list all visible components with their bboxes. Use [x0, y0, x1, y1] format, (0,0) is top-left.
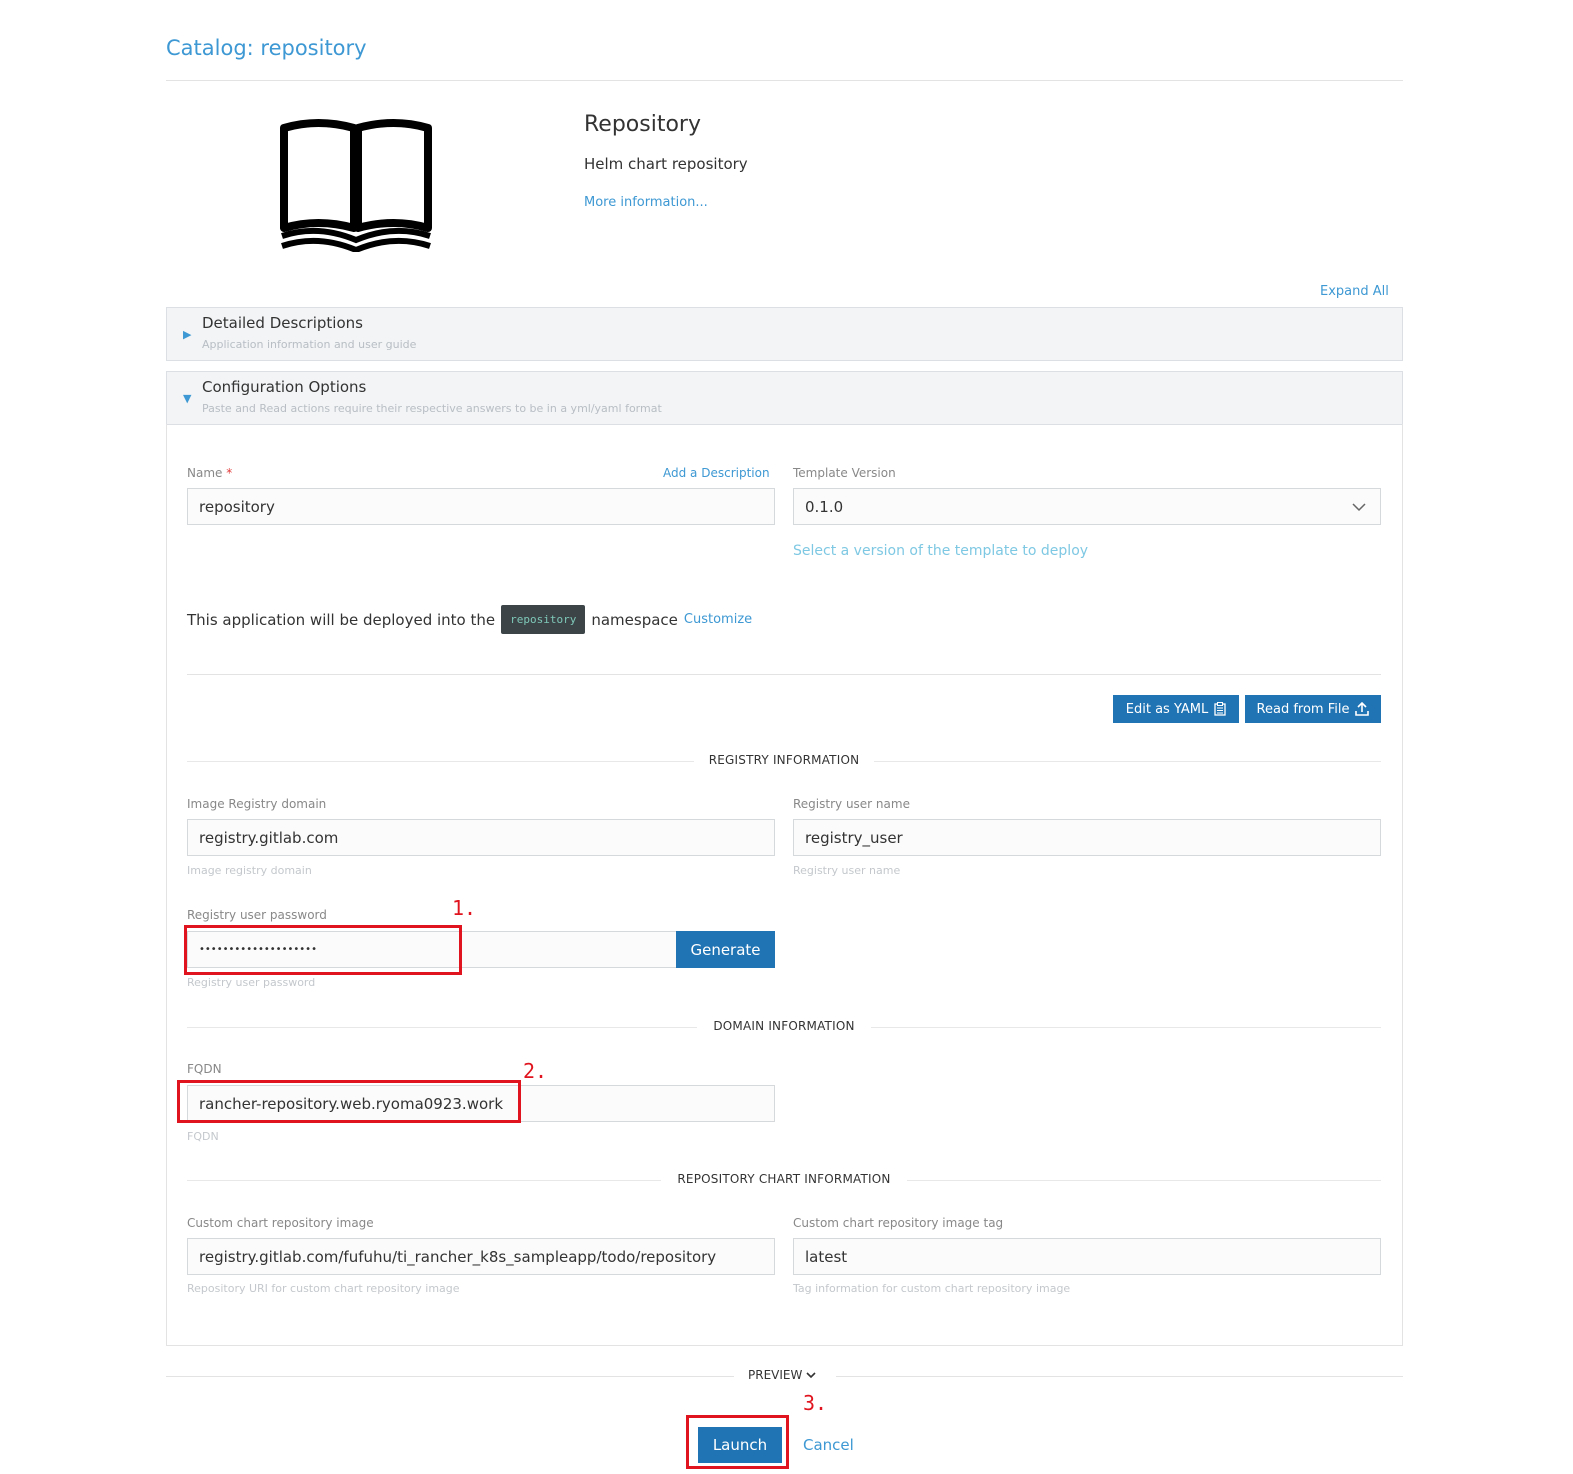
edit-as-yaml-label: Edit as YAML: [1125, 701, 1209, 717]
section-line: [187, 1027, 697, 1028]
namespace-suffix: namespace: [591, 610, 678, 629]
section-line: [874, 761, 1381, 762]
template-version-help: Select a version of the template to depl…: [793, 543, 1089, 559]
registry-domain-input[interactable]: registry.gitlab.com: [187, 819, 775, 856]
namespace-info: This application will be deployed into t…: [187, 605, 752, 634]
registry-domain-help: Image registry domain: [187, 864, 312, 877]
read-from-file-button[interactable]: Read from File: [1245, 695, 1381, 723]
accordion-title: Detailed Descriptions: [202, 314, 363, 332]
chart-tag-label: Custom chart repository image tag: [793, 1216, 1004, 1230]
caret-down-icon: ▼: [183, 392, 192, 405]
namespace-prefix: This application will be deployed into t…: [187, 610, 496, 629]
preview-line: [836, 1376, 1403, 1377]
section-line: [907, 1180, 1381, 1181]
chart-image-help: Repository URI for custom chart reposito…: [187, 1282, 460, 1295]
cancel-link[interactable]: Cancel: [803, 1436, 854, 1454]
more-information-link[interactable]: More information...: [584, 195, 708, 210]
domain-section-title: DOMAIN INFORMATION: [713, 1019, 855, 1033]
accordion-title: Configuration Options: [202, 378, 367, 396]
accordion-subtitle: Paste and Read actions require their res…: [202, 402, 662, 415]
registry-password-help: Registry user password: [187, 976, 316, 989]
template-version-label: Template Version: [793, 466, 896, 480]
accordion-detailed-descriptions[interactable]: ▶ Detailed Descriptions Application info…: [166, 307, 1403, 361]
add-description-link[interactable]: Add a Description: [663, 466, 770, 480]
configuration-panel: [166, 424, 1403, 1346]
namespace-badge: repository: [501, 605, 586, 634]
chevron-down-icon: [806, 1372, 816, 1379]
generate-button[interactable]: Generate: [676, 931, 775, 968]
annotation-number-1: 1.: [452, 896, 477, 920]
registry-user-input[interactable]: registry_user: [793, 819, 1381, 856]
template-version-select[interactable]: 0.1.0: [793, 488, 1381, 525]
preview-label: PREVIEW: [748, 1368, 803, 1382]
registry-password-label: Registry user password: [187, 908, 327, 922]
page-title: Catalog: repository: [166, 36, 367, 60]
fqdn-help: FQDN: [187, 1130, 219, 1143]
annotation-box-3: [686, 1415, 789, 1469]
chart-tag-help: Tag information for custom chart reposit…: [793, 1282, 1071, 1295]
accordion-subtitle: Application information and user guide: [202, 338, 417, 351]
name-label: Name *: [187, 466, 233, 480]
registry-section-title: REGISTRY INFORMATION: [708, 753, 860, 767]
section-line: [871, 1027, 1381, 1028]
read-from-file-label: Read from File: [1256, 701, 1350, 717]
annotation-box-1: [184, 925, 462, 975]
annotation-number-2: 2.: [523, 1059, 548, 1083]
registry-user-label: Registry user name: [793, 797, 910, 811]
customize-link[interactable]: Customize: [684, 612, 752, 627]
annotation-number-3: 3.: [803, 1391, 828, 1415]
chart-section-title: REPOSITORY CHART INFORMATION: [677, 1172, 891, 1186]
chart-tag-input[interactable]: latest: [793, 1238, 1381, 1275]
registry-user-help: Registry user name: [793, 864, 901, 877]
edit-as-yaml-button[interactable]: Edit as YAML: [1113, 695, 1239, 723]
accordion-configuration-options[interactable]: ▼ Configuration Options Paste and Read a…: [166, 371, 1403, 425]
name-input[interactable]: repository: [187, 488, 775, 525]
app-name: Repository: [584, 112, 701, 137]
template-version-value: 0.1.0: [805, 497, 844, 516]
book-icon: [280, 119, 432, 252]
fqdn-label: FQDN: [187, 1062, 222, 1076]
header-divider: [166, 80, 1403, 81]
annotation-box-2: [177, 1080, 521, 1123]
caret-right-icon: ▶: [183, 328, 192, 341]
app-description: Helm chart repository: [584, 155, 748, 173]
section-line: [187, 1180, 661, 1181]
chevron-down-icon: [1352, 503, 1366, 512]
preview-line: [166, 1376, 734, 1377]
chart-image-label: Custom chart repository image: [187, 1216, 374, 1230]
section-divider: [187, 674, 1381, 675]
clipboard-icon: [1214, 702, 1226, 716]
registry-domain-label: Image Registry domain: [187, 797, 327, 811]
section-line: [187, 761, 694, 762]
chart-image-input[interactable]: registry.gitlab.com/fufuhu/ti_rancher_k8…: [187, 1238, 775, 1275]
upload-icon: [1355, 702, 1370, 716]
expand-all-link[interactable]: Expand All: [1320, 284, 1389, 299]
preview-toggle[interactable]: PREVIEW: [748, 1368, 816, 1382]
